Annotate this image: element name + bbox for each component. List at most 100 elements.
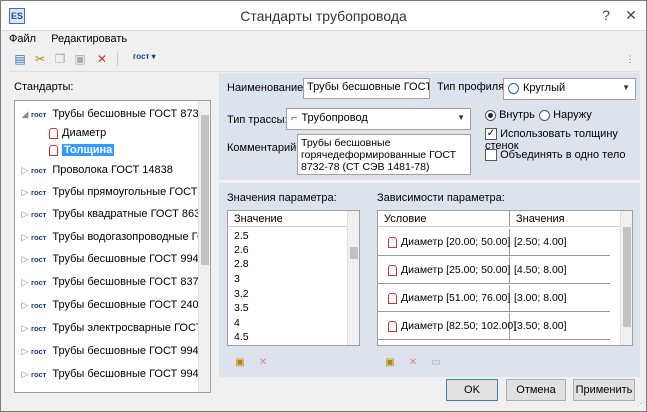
tree-item[interactable]: ▷ гост Трубы электросварные ГОСТ 8 bbox=[19, 317, 211, 339]
copy-icon[interactable]: ❐ bbox=[51, 51, 69, 67]
values-scrollbar[interactable] bbox=[347, 211, 359, 345]
gost-badge: гост bbox=[31, 278, 47, 287]
expand-arrow-icon[interactable]: ▷ bbox=[19, 203, 31, 225]
add-dependency-icon[interactable]: ▣ bbox=[379, 353, 401, 373]
outside-radio[interactable]: Наружу bbox=[539, 109, 592, 121]
parameter-section: Значения параметра: Значение 2.5 2.6 2.8… bbox=[219, 183, 640, 377]
close-icon[interactable]: ✕ bbox=[619, 5, 643, 25]
tree-item-label: Трубы бесшовные ГОСТ 8732- bbox=[52, 108, 209, 120]
parameter-icon bbox=[388, 236, 397, 248]
ok-button[interactable]: OK bbox=[446, 379, 498, 401]
value-row[interactable]: 2.8 bbox=[234, 258, 249, 271]
values-col-header: Значения bbox=[510, 211, 621, 227]
profile-type-label: Тип профиля: bbox=[437, 81, 508, 93]
outside-label: Наружу bbox=[553, 109, 592, 121]
menu-edit[interactable]: Редактировать bbox=[51, 33, 127, 45]
value-row[interactable]: 4 bbox=[234, 317, 240, 330]
inside-label: Внутрь bbox=[499, 109, 535, 121]
value-row[interactable]: 4.5 bbox=[234, 331, 249, 344]
delete-dependency-icon[interactable]: ✕ bbox=[402, 353, 424, 373]
condition-cell: Диаметр [25.00; 50.00] bbox=[401, 264, 511, 276]
tree-item[interactable]: ▷ гост Трубы бесшовные ГОСТ 24030 bbox=[19, 294, 211, 316]
inside-radio[interactable]: Внутрь bbox=[485, 109, 535, 121]
value-row[interactable]: 3.2 bbox=[234, 288, 249, 301]
expand-arrow-icon[interactable]: ▷ bbox=[19, 317, 31, 339]
scroll-thumb[interactable] bbox=[350, 247, 358, 259]
value-row[interactable]: 2.6 bbox=[234, 244, 249, 257]
scroll-thumb[interactable] bbox=[623, 227, 631, 327]
edit-dependency-icon[interactable]: ▭ bbox=[425, 353, 447, 373]
dependency-row[interactable]: Диаметр [51.00; 76.00] [3.00; 8.00] bbox=[378, 285, 610, 312]
dependencies-scrollbar[interactable] bbox=[620, 211, 632, 345]
overflow-icon[interactable]: ⋮ bbox=[621, 51, 639, 67]
add-standard-icon[interactable]: ▤ bbox=[11, 51, 29, 67]
dependency-row[interactable]: Диаметр [82.50; 102.00] [3.50; 8.00] bbox=[378, 313, 610, 340]
dependencies-grid[interactable]: Условие Значения Диаметр [20.00; 50.00][… bbox=[377, 210, 633, 346]
merge-body-label: Объединять в одно тело bbox=[500, 149, 626, 161]
tree-item-label: Проволока ГОСТ 14838 bbox=[52, 164, 173, 176]
expand-arrow-icon[interactable]: ▷ bbox=[19, 159, 31, 181]
expand-arrow-icon[interactable]: ▷ bbox=[19, 363, 31, 385]
dependency-row[interactable]: Диаметр [20.00; 50.00] [2.50; 4.00] bbox=[378, 229, 610, 256]
add-value-icon[interactable]: ▣ bbox=[229, 353, 251, 373]
cancel-button[interactable]: Отмена bbox=[506, 379, 566, 401]
merge-body-checkbox[interactable]: Объединять в одно тело bbox=[485, 149, 626, 162]
tree-item[interactable]: ▷ гост Трубы бесшовные ГОСТ 9941- bbox=[19, 363, 209, 385]
value-row[interactable]: 3.5 bbox=[234, 302, 249, 315]
value-row[interactable]: 2.5 bbox=[234, 230, 249, 243]
tree-item[interactable]: ▷ гост Трубы бесшовные ГОСТ 9941- bbox=[19, 248, 209, 270]
expand-arrow-icon[interactable]: ▷ bbox=[19, 181, 31, 203]
name-field[interactable]: Трубы бесшовные ГОСТ 873 bbox=[303, 78, 430, 99]
gost-badge: гост bbox=[31, 347, 47, 356]
chevron-down-icon: ▼ bbox=[622, 83, 630, 92]
expand-arrow-icon[interactable]: ▷ bbox=[19, 340, 31, 362]
tree-item[interactable]: ◢ гост Трубы бесшовные ГОСТ 8732- bbox=[19, 103, 209, 125]
tree-item-label: Трубы электросварные ГОСТ 8 bbox=[52, 322, 211, 334]
checkbox-empty bbox=[485, 149, 497, 162]
route-type-select[interactable]: ⌐ Трубопровод ▼ bbox=[286, 108, 471, 130]
scroll-thumb[interactable] bbox=[201, 115, 209, 265]
condition-cell: Диаметр [82.50; 102.00] bbox=[401, 320, 517, 332]
tree-item[interactable]: ▷ гост Трубы квадратные ГОСТ 8639 bbox=[19, 203, 207, 225]
delete-icon[interactable]: ✕ bbox=[93, 51, 111, 67]
expand-arrow-icon[interactable]: ▷ bbox=[19, 248, 31, 270]
tree-item[interactable]: ▷ гост Трубы бесшовные ГОСТ 8374- bbox=[19, 271, 209, 293]
standards-tree[interactable]: ◢ гост Трубы бесшовные ГОСТ 8732- Диаметр … bbox=[14, 100, 211, 393]
menu-file[interactable]: Файл bbox=[9, 33, 36, 45]
expand-arrow-icon[interactable]: ▷ bbox=[19, 294, 31, 316]
comment-field[interactable]: Трубы бесшовные горячедеформированные ГО… bbox=[297, 134, 471, 175]
collapse-arrow-icon[interactable]: ◢ bbox=[19, 103, 31, 125]
tree-item[interactable]: ▷ гост Трубы прямоугольные ГОСТ 8( bbox=[19, 181, 210, 203]
delete-value-icon[interactable]: ✕ bbox=[252, 353, 274, 373]
expand-arrow-icon[interactable]: ▷ bbox=[19, 226, 31, 248]
tree-item[interactable]: ▷ гост Трубы водогазопроводные ГО bbox=[19, 226, 206, 248]
tree-item-label: Трубы бесшовные ГОСТ 24030 bbox=[52, 299, 211, 311]
help-icon[interactable]: ? bbox=[594, 5, 618, 25]
tree-item-thickness[interactable]: Толщина bbox=[49, 139, 115, 161]
expand-arrow-icon[interactable]: ▷ bbox=[19, 271, 31, 293]
value-row[interactable]: 3 bbox=[234, 273, 240, 286]
cut-icon[interactable]: ✂ bbox=[31, 51, 49, 67]
profile-type-select[interactable]: Круглый ▼ bbox=[503, 78, 636, 100]
tree-item[interactable]: ▷ гост Проволока ГОСТ 14838 bbox=[19, 159, 173, 181]
gost-dropdown-label: гост bbox=[133, 52, 150, 61]
gost-badge: гост bbox=[31, 255, 47, 264]
parameter-icon bbox=[388, 320, 397, 332]
comment-label: Комментарий: bbox=[227, 142, 300, 154]
gost-badge: гост bbox=[31, 233, 47, 242]
apply-button[interactable]: Применить bbox=[573, 379, 635, 401]
tree-item-label: Трубы квадратные ГОСТ 8639 bbox=[52, 208, 207, 220]
resize-grip-icon[interactable]: ⋰ bbox=[637, 400, 644, 408]
tree-item-label: Диаметр bbox=[62, 127, 107, 139]
tree-item[interactable]: ▷ гост Трубы бесшовные ГОСТ 9940- bbox=[19, 340, 209, 362]
parameter-icon bbox=[49, 144, 58, 156]
comment-line: Трубы бесшовные bbox=[301, 137, 391, 149]
gost-badge: гост bbox=[31, 324, 47, 333]
paste-icon[interactable]: ▣ bbox=[71, 51, 89, 67]
parameter-icon bbox=[388, 292, 397, 304]
tree-scrollbar[interactable] bbox=[198, 101, 210, 392]
gost-dropdown[interactable]: гост ▾ bbox=[133, 52, 156, 61]
values-grid[interactable]: Значение 2.5 2.6 2.8 3 3.2 3.5 4 4.5 bbox=[227, 210, 360, 346]
dependency-row[interactable]: Диаметр [25.00; 50.00] [4.50; 8.00] bbox=[378, 257, 610, 284]
tree-item-label: Трубы бесшовные ГОСТ 9940- bbox=[52, 345, 209, 357]
